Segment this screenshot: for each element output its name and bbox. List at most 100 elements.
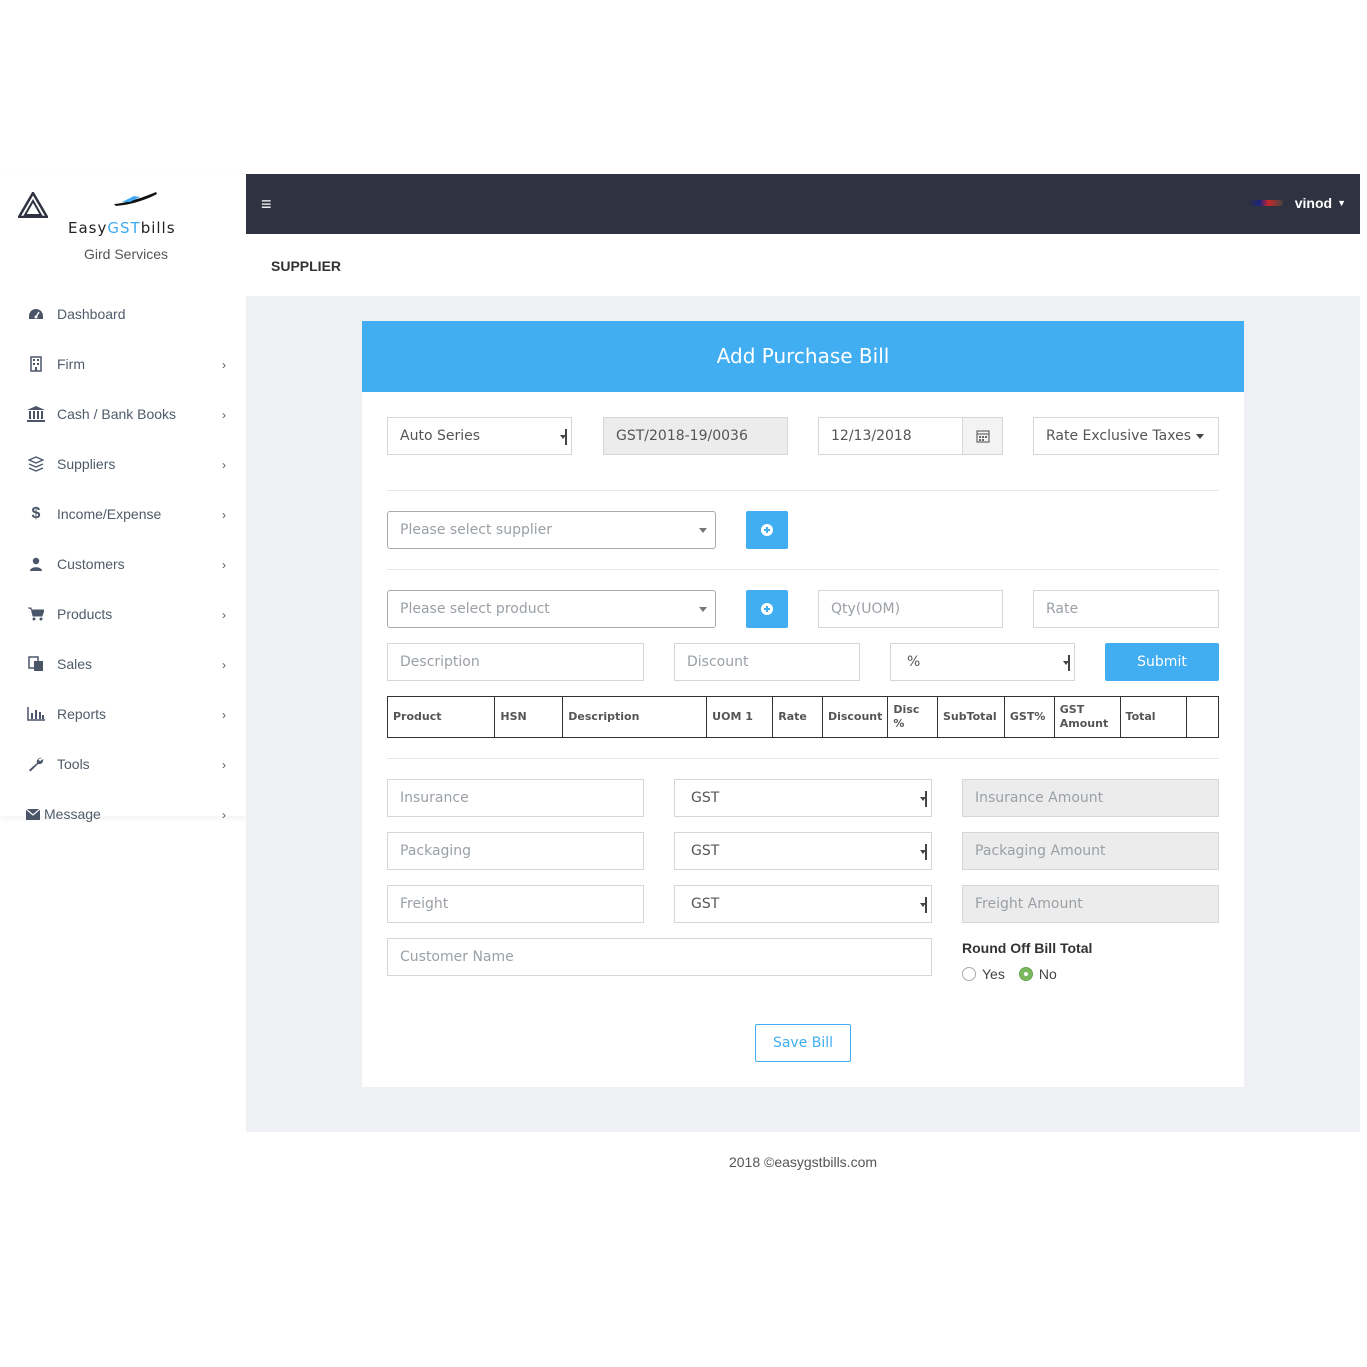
save-bill-button[interactable]: Save Bill	[755, 1024, 851, 1062]
sidebar-item-label: Customers	[57, 556, 125, 572]
table-header	[1185, 696, 1220, 738]
sidebar-item-suppliers[interactable]: Suppliers ›	[0, 439, 246, 489]
page-header: SUPPLIER	[246, 234, 1360, 296]
discount-placeholder: Discount	[687, 654, 749, 670]
bill-number-field[interactable]: GST/2018-19/0036	[603, 417, 788, 455]
table-header: GST%	[1003, 696, 1055, 738]
chevron-right-icon: ›	[222, 658, 226, 672]
rate-input[interactable]: Rate	[1033, 590, 1219, 628]
chevron-right-icon: ›	[222, 708, 226, 722]
round-off-no-label[interactable]: No	[1039, 966, 1057, 982]
username: vinod	[1294, 195, 1333, 211]
packaging-amount-field[interactable]: Packaging Amount	[962, 832, 1219, 870]
sidebar-item-message[interactable]: Message ›	[0, 789, 246, 839]
select-caret-icon	[560, 429, 567, 445]
chevron-down-icon	[1196, 434, 1204, 439]
round-off-yes-label[interactable]: Yes	[982, 966, 1005, 982]
plane-icon	[114, 192, 157, 206]
plus-circle-icon	[761, 524, 773, 536]
sidebar-item-label: Income/Expense	[57, 506, 162, 522]
rate-placeholder: Rate	[1046, 601, 1079, 617]
logo-mark-icon	[18, 192, 48, 218]
round-off-no-radio[interactable]	[1018, 967, 1033, 981]
discount-input[interactable]: Discount	[674, 643, 860, 681]
copy-icon	[26, 655, 46, 673]
sidebar-item-products[interactable]: Products ›	[0, 589, 246, 639]
series-select[interactable]: Auto Series	[387, 417, 572, 455]
items-table: Product HSN Description UOM 1 Rate Disco…	[386, 696, 1220, 738]
chevron-right-icon: ›	[222, 358, 226, 372]
sidebar-item-tools[interactable]: Tools ›	[0, 739, 246, 789]
user-icon	[26, 555, 46, 573]
qty-input[interactable]: Qty(UOM)	[818, 590, 1003, 628]
freight-tax-select[interactable]: GST	[674, 885, 932, 923]
table-header: Disc %	[887, 696, 938, 738]
supplier-placeholder: Please select supplier	[400, 522, 553, 538]
table-header: UOM 1	[706, 696, 774, 738]
avatar	[1246, 200, 1283, 206]
insurance-tax-value: GST	[691, 790, 720, 806]
calendar-icon[interactable]	[962, 418, 1002, 454]
description-input[interactable]: Description	[387, 643, 644, 681]
firm-name: Gird Services	[83, 246, 169, 262]
sidebar-item-cash-bank-books[interactable]: Cash / Bank Books ›	[0, 389, 246, 439]
dashboard-icon	[26, 305, 46, 323]
brand-logo[interactable]: EasyGSTbills	[18, 190, 238, 237]
insurance-amount-placeholder: Insurance Amount	[975, 790, 1104, 806]
chevron-down-icon	[699, 528, 707, 533]
select-caret-icon	[920, 791, 927, 807]
sidebar-item-reports[interactable]: Reports ›	[0, 689, 246, 739]
bill-number-value: GST/2018-19/0036	[616, 428, 748, 444]
envelope-icon	[26, 805, 40, 823]
packaging-tax-select[interactable]: GST	[674, 832, 932, 870]
table-header: HSN	[494, 696, 564, 738]
customer-name-input[interactable]: Customer Name	[387, 938, 932, 976]
packaging-input[interactable]: Packaging	[387, 832, 644, 870]
insurance-tax-select[interactable]: GST	[674, 779, 932, 817]
product-placeholder: Please select product	[400, 601, 550, 617]
supplier-select[interactable]: Please select supplier	[387, 511, 716, 549]
sidebar-item-income-expense[interactable]: $ Income/Expense ›	[0, 489, 246, 539]
table-header: Rate	[772, 696, 823, 738]
description-placeholder: Description	[400, 654, 480, 670]
select-caret-icon	[920, 897, 927, 913]
bill-date-value: 12/13/2018	[831, 428, 912, 444]
add-supplier-button[interactable]	[746, 511, 788, 549]
user-menu[interactable]: vinod ▼	[1246, 195, 1346, 211]
add-product-button[interactable]	[746, 590, 788, 628]
sidebar-item-label: Tools	[57, 756, 90, 772]
table-header: Description	[562, 696, 708, 738]
qty-placeholder: Qty(UOM)	[831, 601, 901, 617]
brand-name: EasyGSTbills	[68, 219, 176, 237]
table-header: Total	[1119, 696, 1187, 738]
cart-icon	[26, 605, 46, 623]
bar-chart-icon	[26, 705, 46, 723]
insurance-amount-field[interactable]: Insurance Amount	[962, 779, 1219, 817]
rate-type-select[interactable]: Rate Exclusive Taxes	[1033, 417, 1219, 455]
select-caret-icon	[920, 844, 927, 860]
sidebar-item-label: Reports	[57, 706, 107, 722]
divider	[387, 569, 1219, 570]
bank-icon	[26, 405, 46, 423]
purchase-bill-card: Add Purchase Bill Auto Series GST/2018-1…	[362, 321, 1244, 1087]
submit-button[interactable]: Submit	[1105, 643, 1219, 681]
menu-toggle-icon[interactable]: ≡	[261, 194, 272, 215]
sidebar-item-sales[interactable]: Sales ›	[0, 639, 246, 689]
sidebar-item-customers[interactable]: Customers ›	[0, 539, 246, 589]
chevron-right-icon: ›	[222, 508, 226, 522]
sidebar-item-dashboard[interactable]: Dashboard	[0, 289, 246, 339]
chevron-right-icon: ›	[222, 808, 226, 822]
sidebar-item-firm[interactable]: Firm ›	[0, 339, 246, 389]
discount-type-select[interactable]: %	[890, 643, 1075, 681]
chevron-down-icon	[699, 607, 707, 612]
freight-amount-field[interactable]: Freight Amount	[962, 885, 1219, 923]
insurance-input[interactable]: Insurance	[387, 779, 644, 817]
freight-tax-value: GST	[691, 896, 720, 912]
bill-date-field[interactable]: 12/13/2018	[818, 417, 1003, 455]
round-off-yes-radio[interactable]	[962, 967, 976, 981]
divider	[387, 490, 1219, 491]
sidebar-item-label: Firm	[57, 356, 85, 372]
insurance-placeholder: Insurance	[400, 790, 469, 806]
product-select[interactable]: Please select product	[387, 590, 716, 628]
freight-input[interactable]: Freight	[387, 885, 644, 923]
